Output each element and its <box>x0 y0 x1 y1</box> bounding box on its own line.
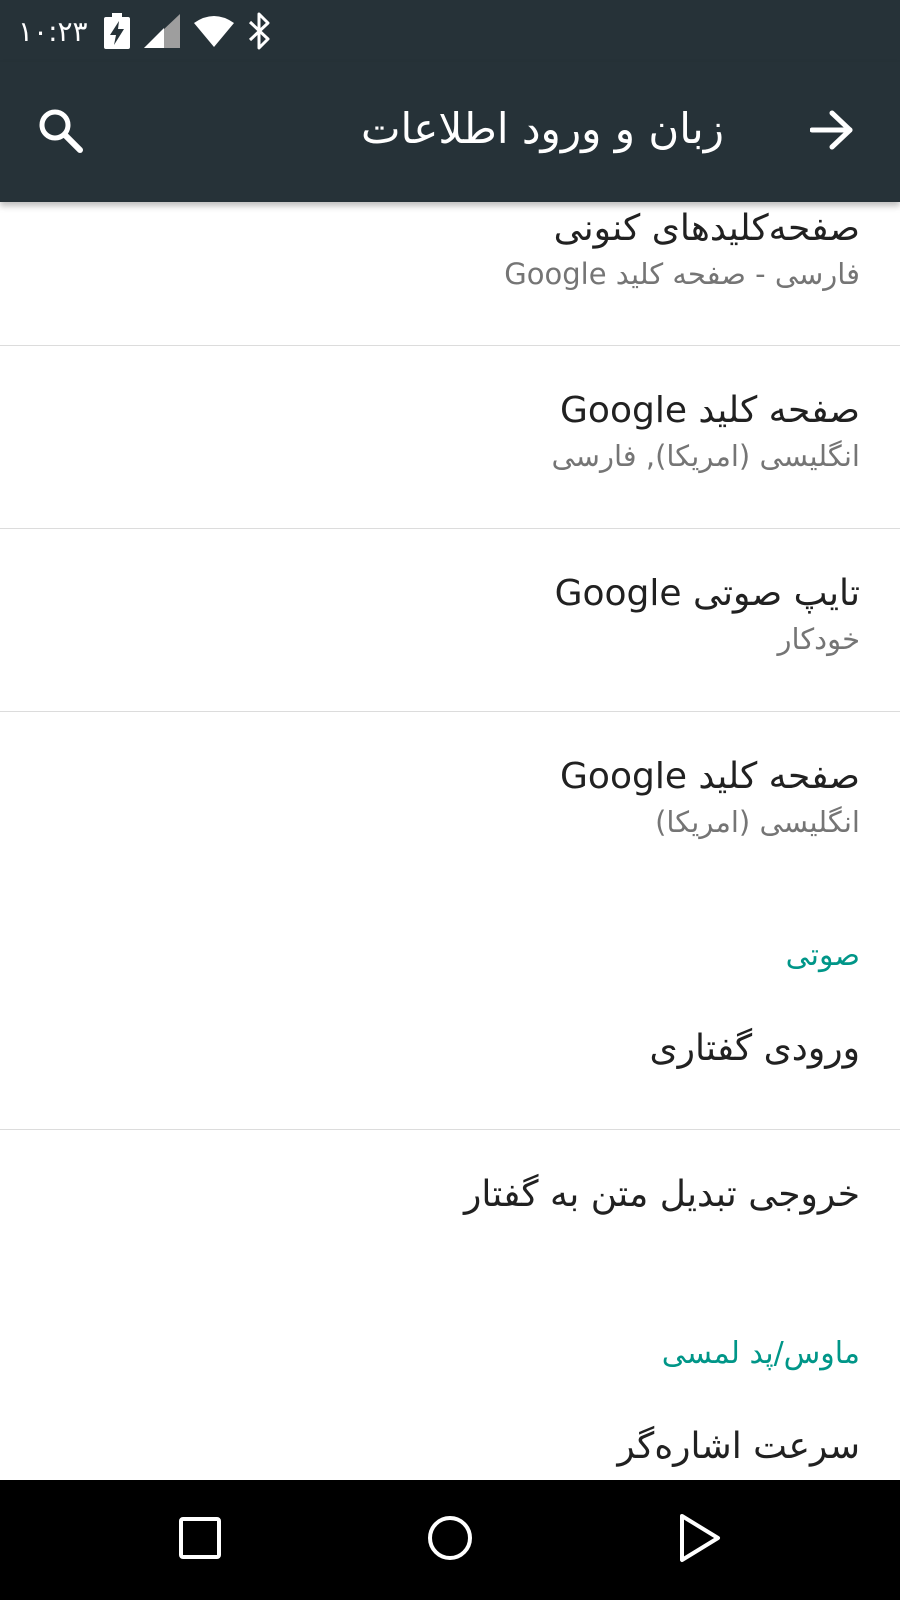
home-button[interactable] <box>420 1510 480 1570</box>
recents-icon <box>178 1516 222 1564</box>
home-icon <box>426 1514 474 1566</box>
section-header-mouse-trackpad: ماوس/پد لمسی <box>661 1336 860 1371</box>
wifi-icon <box>193 15 234 47</box>
list-item-voice-input[interactable]: ورودی گفتاری <box>0 998 900 1130</box>
list-item-current-keyboard[interactable]: صفحه‌کلیدهای کنونی فارسی - صفحه کلید Goo… <box>0 202 900 346</box>
list-item-google-voice-typing[interactable]: تایپ صوتی Google خودکار <box>0 529 900 712</box>
settings-list: صفحه‌کلیدهای کنونی فارسی - صفحه کلید Goo… <box>0 202 900 1480</box>
section-header-speech: صوتی <box>785 938 860 973</box>
navigation-bar <box>0 1480 900 1600</box>
page-title: زبان و ورود اطلاعات <box>360 104 724 153</box>
back-nav-button[interactable] <box>670 1510 730 1570</box>
list-item-title: سرعت اشاره‌گر <box>617 1426 860 1467</box>
list-item-title: صفحه‌کلیدهای کنونی <box>553 208 860 249</box>
list-item-subtitle: انگلیسی (امریکا), فارسی <box>551 439 860 473</box>
list-item-title: صفحه کلید Google <box>560 390 860 431</box>
list-item-title: ورودی گفتاری <box>649 1028 860 1069</box>
status-bar: ۱۰:۲۳ <box>0 0 900 62</box>
back-button[interactable] <box>802 102 862 162</box>
list-item-title: تایپ صوتی Google <box>554 573 860 614</box>
list-item-google-keyboard[interactable]: صفحه کلید Google انگلیسی (امریکا), فارسی <box>0 346 900 529</box>
search-button[interactable] <box>30 102 90 162</box>
back-icon <box>676 1512 724 1568</box>
search-icon <box>37 107 83 157</box>
list-item-title: خروجی تبدیل متن به گفتار <box>463 1174 860 1215</box>
status-time: ۱۰:۲۳ <box>18 14 88 48</box>
list-item-subtitle: فارسی - صفحه کلید Google <box>504 257 860 291</box>
bluetooth-icon <box>248 12 272 50</box>
list-item-tts-output[interactable]: خروجی تبدیل متن به گفتار <box>0 1130 900 1302</box>
list-item-subtitle: انگلیسی (امریکا) <box>655 805 860 839</box>
arrow-forward-icon <box>809 110 854 154</box>
battery-charging-icon <box>103 13 130 49</box>
list-item-pointer-speed[interactable]: سرعت اشاره‌گر <box>0 1396 900 1480</box>
recents-button[interactable] <box>170 1510 230 1570</box>
app-bar: زبان و ورود اطلاعات <box>0 62 900 202</box>
list-item-subtitle: خودکار <box>777 622 860 656</box>
cell-signal-icon <box>143 14 180 48</box>
status-icons <box>103 12 272 50</box>
list-item-google-keyboard-english[interactable]: صفحه کلید Google انگلیسی (امریکا) <box>0 712 900 898</box>
list-item-title: صفحه کلید Google <box>560 756 860 797</box>
